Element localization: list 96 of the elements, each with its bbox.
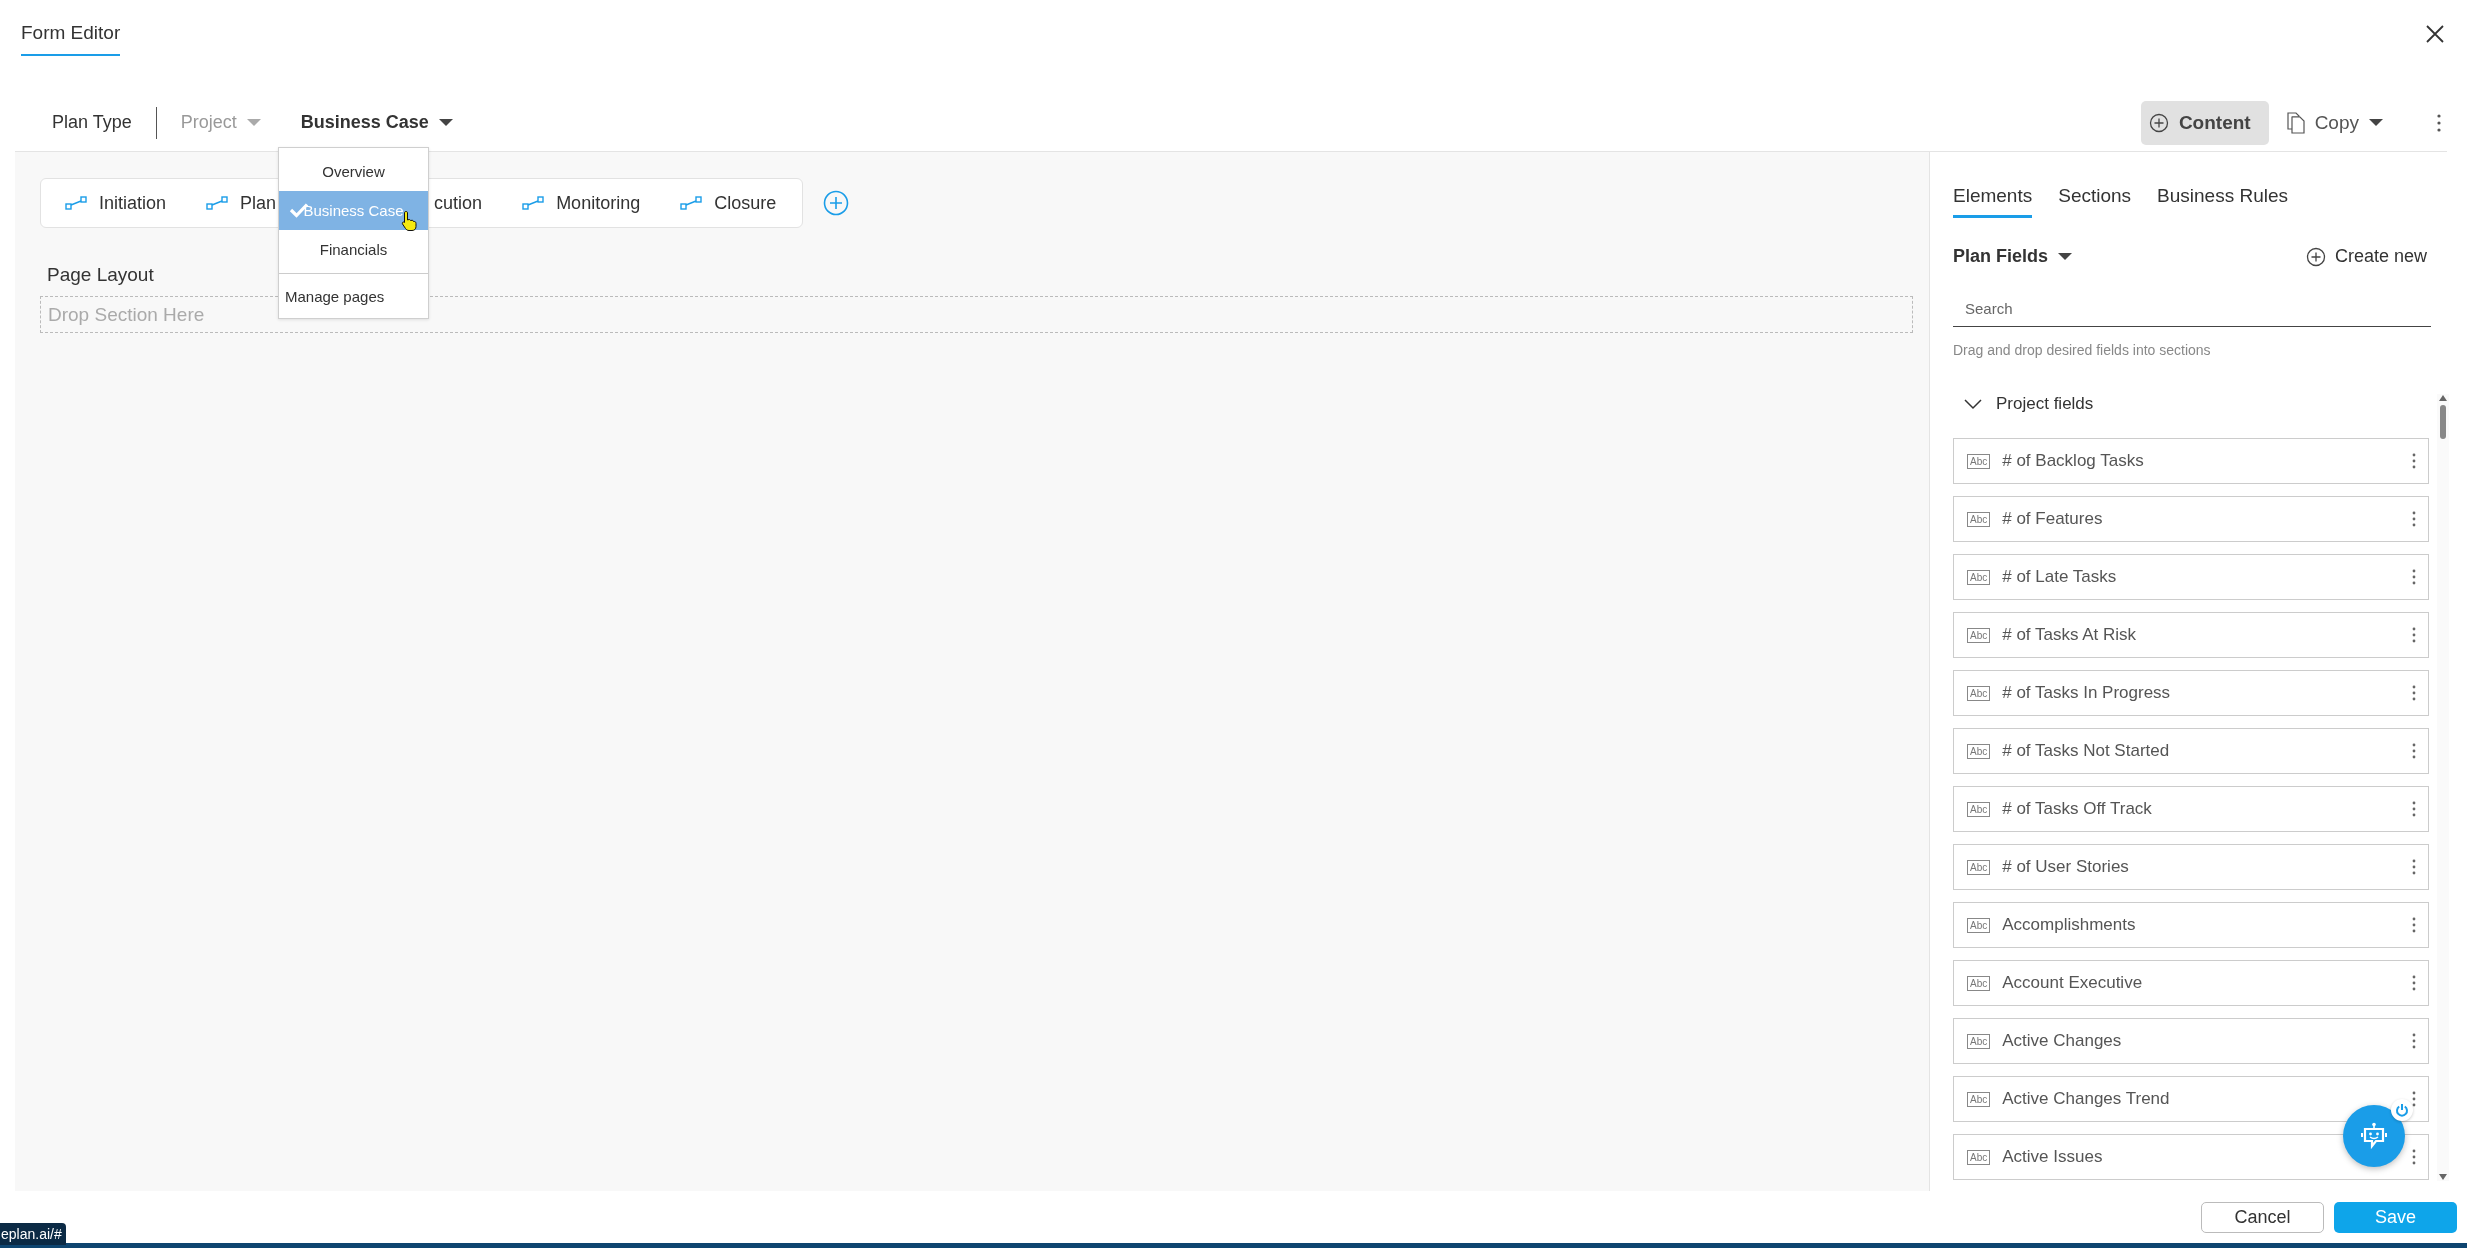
field-item[interactable]: Abc # of Features [1953, 496, 2429, 542]
cancel-button[interactable]: Cancel [2201, 1201, 2324, 1233]
more-icon[interactable] [2412, 1033, 2416, 1049]
section-title: Page Layout [47, 264, 155, 286]
copy-icon [2286, 111, 2305, 134]
text-type-badge: Abc [1967, 569, 1991, 585]
hint-text: Drag and drop desired fields into sections [1953, 342, 2212, 358]
more-icon[interactable] [2412, 743, 2416, 759]
field-item[interactable]: Abc Active Changes [1953, 1018, 2429, 1064]
more-icon[interactable] [2412, 685, 2416, 701]
stage-icon [680, 196, 703, 210]
robot-icon [2361, 1122, 2387, 1150]
close-button[interactable] [2425, 24, 2445, 44]
more-icon[interactable] [2412, 569, 2416, 585]
close-icon [2425, 24, 2445, 44]
more-icon[interactable] [2412, 1149, 2416, 1165]
stage-tab[interactable]: Closure [680, 192, 777, 214]
stage-tab[interactable]: Plan [206, 192, 277, 214]
field-name: # of Late Tasks [2002, 567, 2118, 587]
text-type-badge: Abc [1967, 801, 1991, 817]
field-name: # of Backlog Tasks [2002, 451, 2145, 471]
more-icon[interactable] [2412, 859, 2416, 875]
stage-icon [65, 196, 87, 210]
assistant-button[interactable] [2343, 1105, 2405, 1167]
more-icon [2437, 113, 2441, 132]
field-name: # of Features [2002, 509, 2104, 529]
field-name: # of User Stories [2002, 857, 2130, 877]
field-item[interactable]: Abc # of Tasks At Risk [1953, 612, 2429, 658]
text-type-badge: Abc [1967, 685, 1991, 701]
scroll-up-icon[interactable] [2438, 394, 2448, 402]
text-type-badge: Abc [1967, 859, 1991, 875]
field-item[interactable]: Abc # of Late Tasks [1953, 554, 2429, 600]
field-name: Active Changes [2002, 1031, 2123, 1051]
power-badge[interactable] [2391, 1099, 2413, 1121]
scroll-down-icon[interactable] [2438, 1173, 2448, 1181]
text-type-badge: Abc [1967, 975, 1991, 991]
power-icon [2395, 1103, 2409, 1117]
menu-item[interactable]: Financials [279, 230, 428, 269]
copy-button[interactable]: Copy [2286, 111, 2383, 134]
status-url: eplan.ai/# [0, 1223, 66, 1245]
panel-tab[interactable]: Business Rules [2157, 185, 2289, 218]
panel-tab[interactable]: Sections [2058, 185, 2132, 218]
create-new-button[interactable]: Create new [2305, 246, 2427, 267]
stage-icon [206, 196, 229, 210]
field-name: Account Executive [2002, 973, 2144, 993]
field-item[interactable]: Abc # of User Stories [1953, 844, 2429, 890]
add-stage-button[interactable] [823, 190, 850, 216]
field-name: # of Tasks In Progress [2002, 683, 2172, 703]
field-name: # of Tasks Not Started [2002, 741, 2171, 761]
window-title: Form Editor [21, 22, 121, 43]
page-dropdown[interactable]: Business Case [300, 112, 453, 133]
plan-type-label: Plan Type [52, 112, 132, 133]
stage-tab[interactable]: Monitoring [522, 192, 641, 214]
field-item[interactable]: Abc Account Executive [1953, 960, 2429, 1006]
more-icon[interactable] [2412, 627, 2416, 643]
menu-item[interactable]: Overview [279, 152, 428, 191]
field-item[interactable]: Abc # of Tasks Off Track [1953, 786, 2429, 832]
text-type-badge: Abc [1967, 743, 1991, 759]
text-type-badge: Abc [1967, 511, 1991, 527]
more-icon[interactable] [2412, 453, 2416, 469]
scrollbar-thumb[interactable] [2440, 405, 2446, 439]
text-type-badge: Abc [1967, 453, 1991, 469]
more-icon[interactable] [2412, 975, 2416, 991]
text-type-badge: Abc [1967, 1033, 1991, 1049]
content-button[interactable]: Content [2140, 100, 2269, 145]
field-item[interactable]: Abc Active Changes Trend [1953, 1076, 2429, 1122]
stage-tab[interactable]: cution [434, 192, 483, 214]
field-item[interactable]: Abc Active Issues [1953, 1134, 2429, 1180]
more-icon[interactable] [2412, 801, 2416, 817]
plus-circle-icon [823, 190, 850, 216]
chevron-icon [1964, 398, 1982, 410]
more-icon[interactable] [2412, 511, 2416, 527]
stage-tab[interactable]: Initiation [65, 192, 167, 214]
menu-item[interactable]: Manage pages [279, 274, 428, 318]
text-type-badge: Abc [1967, 917, 1991, 933]
text-type-badge: Abc [1967, 627, 1991, 643]
field-name: # of Tasks At Risk [2002, 625, 2138, 645]
hand-cursor-icon [401, 210, 417, 232]
plus-circle-icon [2148, 112, 2169, 133]
plus-circle-icon [2305, 246, 2326, 267]
field-item[interactable]: Abc # of Tasks Not Started [1953, 728, 2429, 774]
field-name: # of Tasks Off Track [2002, 799, 2153, 819]
more-icon[interactable] [2412, 917, 2416, 933]
fields-source-dropdown[interactable]: Plan Fields [1953, 246, 2073, 267]
field-item[interactable]: Abc Accomplishments [1953, 902, 2429, 948]
field-name: Active Issues [2002, 1147, 2104, 1167]
text-type-badge: Abc [1967, 1091, 1991, 1107]
stage-icon [522, 196, 545, 210]
group-header[interactable]: Project fields [1953, 394, 2094, 438]
panel-tab[interactable]: Elements [1953, 185, 2033, 218]
field-item[interactable]: Abc # of Backlog Tasks [1953, 438, 2429, 484]
more-icon[interactable] [2412, 1091, 2416, 1107]
field-item[interactable]: Abc # of Tasks In Progress [1953, 670, 2429, 716]
field-name: Active Changes Trend [2002, 1089, 2171, 1109]
field-name: Accomplishments [2002, 915, 2137, 935]
text-type-badge: Abc [1967, 1149, 1991, 1165]
